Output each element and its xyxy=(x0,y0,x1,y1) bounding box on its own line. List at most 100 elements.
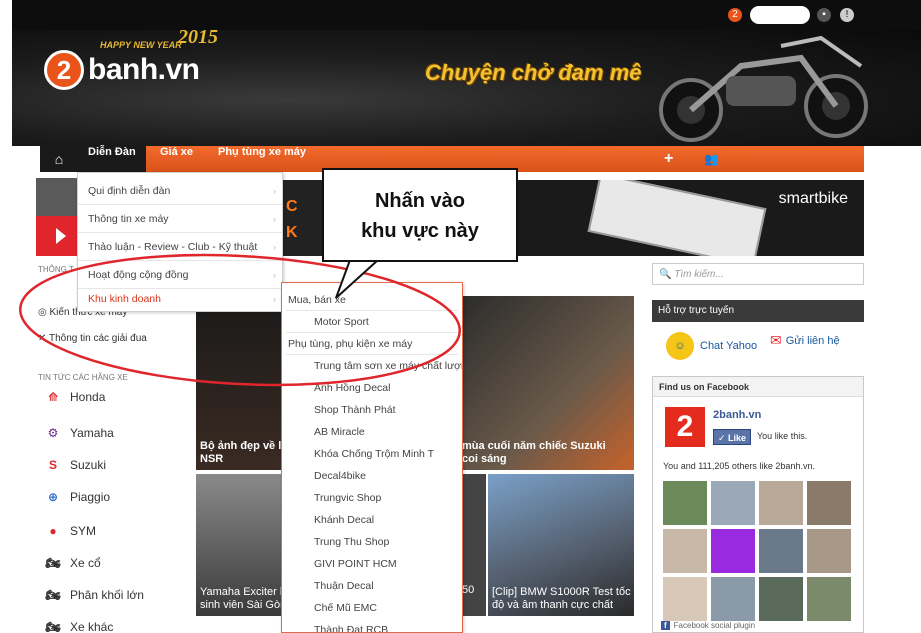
submenu-item[interactable]: Motor Sport xyxy=(314,311,369,333)
support-box: Hỗ trợ trực tuyến ☺ Chat Yahoo ✉ Gửi liê… xyxy=(652,300,864,368)
honda-logo-icon: ⟰ xyxy=(47,390,59,404)
brand-honda[interactable]: ⟰ Honda xyxy=(42,386,105,408)
facebook-box: Find us on Facebook 2 2banh.vn ✓ Like Yo… xyxy=(652,376,864,633)
brand-suzuki[interactable]: S Suzuki xyxy=(42,454,106,476)
callout-line-2: khu vực này xyxy=(361,220,479,242)
article-caption: 50 xyxy=(462,584,475,596)
year-text: 2015 xyxy=(178,26,218,48)
submenu-item[interactable]: Trung tâm sơn xe máy chất lượng cao 2ban… xyxy=(314,355,462,377)
article-caption: Bộ ảnh đẹp về l NSR xyxy=(200,440,282,465)
fb-face-avatar[interactable] xyxy=(759,481,803,525)
submenu-item[interactable]: Decal4bike xyxy=(314,465,366,487)
callout-line-1: Nhấn vào xyxy=(374,190,466,212)
chevron-right-icon: › xyxy=(273,214,276,224)
yahoo-smiley-icon: ☺ xyxy=(666,332,694,360)
fb-others-count: You and 111,205 others like 2banh.vn. xyxy=(663,461,815,471)
submenu-item[interactable]: Chế Mũ EMC xyxy=(314,597,377,619)
submenu-divider xyxy=(286,310,458,311)
nav-forum[interactable]: Diễn Đàn xyxy=(78,146,146,172)
sidebar-link-racing[interactable]: ✕ Thông tin các giải đua xyxy=(38,333,147,344)
piaggio-logo-icon: ⊕ xyxy=(47,490,59,504)
nav-prices[interactable]: Giá xe xyxy=(150,146,203,172)
submenu-category[interactable]: Phụ tùng, phụ kiện xe máy xyxy=(288,333,412,355)
submenu-item[interactable]: Khánh Decal xyxy=(314,509,374,531)
submenu-item[interactable]: Ánh Hồng Decal xyxy=(314,377,390,399)
article-photo[interactable]: Yamaha Exciter k sinh viên Sài Gòn xyxy=(196,474,284,616)
submenu-item[interactable]: GIVI POINT HCM xyxy=(314,553,397,575)
submenu-item[interactable]: Trung Thu Shop xyxy=(314,531,389,553)
fb-face-avatar[interactable] xyxy=(663,577,707,621)
brand-classic[interactable]: 🏍 Xe cổ xyxy=(42,552,100,574)
send-contact-link[interactable]: ✉ Gửi liên hệ xyxy=(770,332,840,349)
suzuki-logo-icon: S xyxy=(48,458,57,472)
fb-face-avatar[interactable] xyxy=(711,529,755,573)
other-bike-icon: 🏍 xyxy=(45,620,61,633)
top-bar: 2 ▪ ! xyxy=(12,0,921,30)
search-icon: 🔍 xyxy=(659,269,672,280)
video-thumbnail[interactable] xyxy=(36,178,81,256)
facebook-icon: f xyxy=(661,621,670,630)
fb-face-avatar[interactable] xyxy=(759,529,803,573)
submenu-item[interactable]: Thuận Decal xyxy=(314,575,374,597)
chevron-right-icon: › xyxy=(273,294,276,304)
chat-yahoo-link[interactable]: ☺ Chat Yahoo xyxy=(666,332,757,360)
article-photo[interactable]: [Clip] BMW S1000R Test tốc độ và âm than… xyxy=(488,474,634,616)
chevron-right-icon: › xyxy=(273,242,276,252)
ad-text: C K xyxy=(282,180,322,256)
menu-item-business[interactable]: Khu kinh doanh › xyxy=(78,285,282,313)
fb-face-avatar[interactable] xyxy=(711,481,755,525)
home-icon[interactable]: ⌂ xyxy=(40,146,78,172)
big-bike-icon: 🏍 xyxy=(45,588,61,602)
members-icon[interactable]: 👥 xyxy=(704,146,719,172)
facebook-header: Find us on Facebook xyxy=(653,377,863,397)
brand-sym[interactable]: ● SYM xyxy=(42,520,96,542)
slogan-text: Chuyện chở đam mê xyxy=(425,60,642,85)
search-input[interactable]: 🔍 Tìm kiếm... xyxy=(652,263,864,285)
fb-page-logo[interactable]: 2 xyxy=(665,407,705,447)
brand-big-bike[interactable]: 🏍 Phân khối lớn xyxy=(42,584,144,606)
menu-item-moto-info[interactable]: Thông tin xe máy › xyxy=(78,205,282,233)
article-photo[interactable]: 50 xyxy=(462,474,486,616)
add-icon[interactable]: + xyxy=(664,146,673,172)
ad-brand: smartbike xyxy=(778,190,848,207)
site-logo[interactable]: 2 banh.vn xyxy=(44,50,200,90)
fb-face-avatar[interactable] xyxy=(807,481,851,525)
submenu-item[interactable]: AB Miracle xyxy=(314,421,365,443)
motorbike-image xyxy=(659,36,868,142)
gps-device-image xyxy=(587,180,767,256)
mail-icon: ✉ xyxy=(770,332,782,348)
submenu-item[interactable]: Khóa Chống Trộm Minh T xyxy=(314,443,434,465)
alert-icon[interactable]: ! xyxy=(840,8,854,22)
submenu-item[interactable]: Thành Đạt RCB xyxy=(314,619,388,632)
submenu-item[interactable]: Shop Thành Phát xyxy=(314,399,396,421)
fb-like-text: You like this. xyxy=(757,431,808,441)
logo-text: banh.vn xyxy=(88,53,200,86)
fb-face-avatar[interactable] xyxy=(663,481,707,525)
brand-other[interactable]: 🏍 Xe khác xyxy=(42,616,113,633)
menu-item-discussion[interactable]: Thảo luận - Review - Club - Kỹ thuật › xyxy=(78,233,282,261)
fb-page-name[interactable]: 2banh.vn xyxy=(713,409,761,421)
submenu-category[interactable]: Mua, bán xe xyxy=(288,289,346,311)
forum-dropdown: Qui định diễn đàn › Thông tin xe máy › Thả… xyxy=(77,172,283,312)
brands-heading: TIN TỨC CÁC HÃNG XE xyxy=(38,373,128,382)
fb-face-avatar[interactable] xyxy=(807,577,851,621)
menu-item-rules[interactable]: Qui định diễn đàn › xyxy=(78,177,282,205)
play-icon[interactable] xyxy=(36,216,81,256)
submenu-item[interactable]: Trungvic Shop xyxy=(314,487,381,509)
chat-icon[interactable]: ▪ xyxy=(817,8,831,22)
brand-yamaha[interactable]: ⚙ Yamaha xyxy=(42,422,114,444)
nav-parts[interactable]: Phụ tùng xe máy xyxy=(208,146,316,172)
fb-face-avatar[interactable] xyxy=(807,529,851,573)
user-avatar-icon[interactable]: 2 xyxy=(728,8,742,22)
article-caption: mùa cuối năm chiếc Suzuki coi sáng xyxy=(462,440,606,465)
fb-face-avatar[interactable] xyxy=(663,529,707,573)
sym-logo-icon: ● xyxy=(49,524,57,538)
article-photo[interactable]: mùa cuối năm chiếc Suzuki coi sáng xyxy=(462,296,634,470)
fb-like-button[interactable]: ✓ Like xyxy=(713,429,751,445)
article-photo[interactable]: Bộ ảnh đẹp về l NSR xyxy=(196,296,284,470)
brand-piaggio[interactable]: ⊕ Piaggio xyxy=(42,486,110,508)
yamaha-logo-icon: ⚙ xyxy=(47,426,59,440)
fb-face-avatar[interactable] xyxy=(711,577,755,621)
username-redacted xyxy=(750,6,810,24)
fb-face-avatar[interactable] xyxy=(759,577,803,621)
